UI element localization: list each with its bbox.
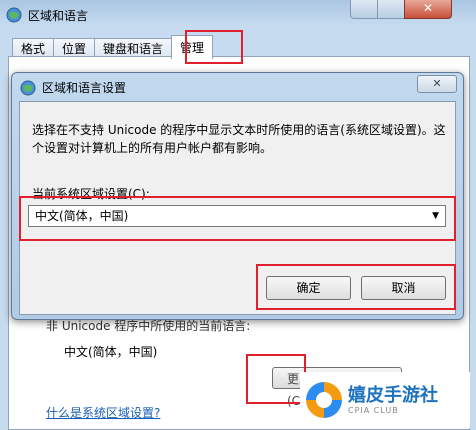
globe-icon xyxy=(20,80,36,95)
watermark-sub: CPIA CLUB xyxy=(348,405,399,415)
annotation-box-select xyxy=(19,196,456,241)
window-title: 区域和语言 xyxy=(28,8,89,23)
window-close-button[interactable]: ✕ xyxy=(404,0,452,19)
region-settings-dialog: 区域和语言设置 ✕ 选择在不支持 Unicode 的程序中显示文本时所使用的语言… xyxy=(11,72,464,320)
minimize-button[interactable] xyxy=(350,0,378,19)
watermark-logo: 嬉皮手游社 CPIA CLUB xyxy=(300,372,470,428)
annotation-box-tab xyxy=(185,30,243,64)
what-is-system-locale-link[interactable]: 什么是系统区域设置? xyxy=(46,404,160,421)
dialog-description: 选择在不支持 Unicode 的程序中显示文本时所使用的语言(系统区域设置)。这… xyxy=(32,123,446,155)
dialog-titlebar: 区域和语言设置 xyxy=(20,79,126,96)
tab-bar: 格式 位置 键盘和语言 管理 xyxy=(12,35,214,59)
watermark-brand: 嬉皮手游社 xyxy=(348,384,438,406)
dialog-close-button[interactable]: ✕ xyxy=(417,75,457,93)
annotation-box-buttons xyxy=(256,264,456,310)
maximize-button[interactable] xyxy=(377,0,405,19)
dialog-title: 区域和语言设置 xyxy=(42,81,127,95)
globe-icon xyxy=(6,7,22,23)
brand-logo-icon xyxy=(306,382,342,418)
window-titlebar: 区域和语言 xyxy=(6,0,88,30)
annotation-box-change xyxy=(246,354,306,404)
window-controls: ✕ xyxy=(350,0,470,20)
current-locale-value: 中文(简体，中国) xyxy=(64,345,158,359)
